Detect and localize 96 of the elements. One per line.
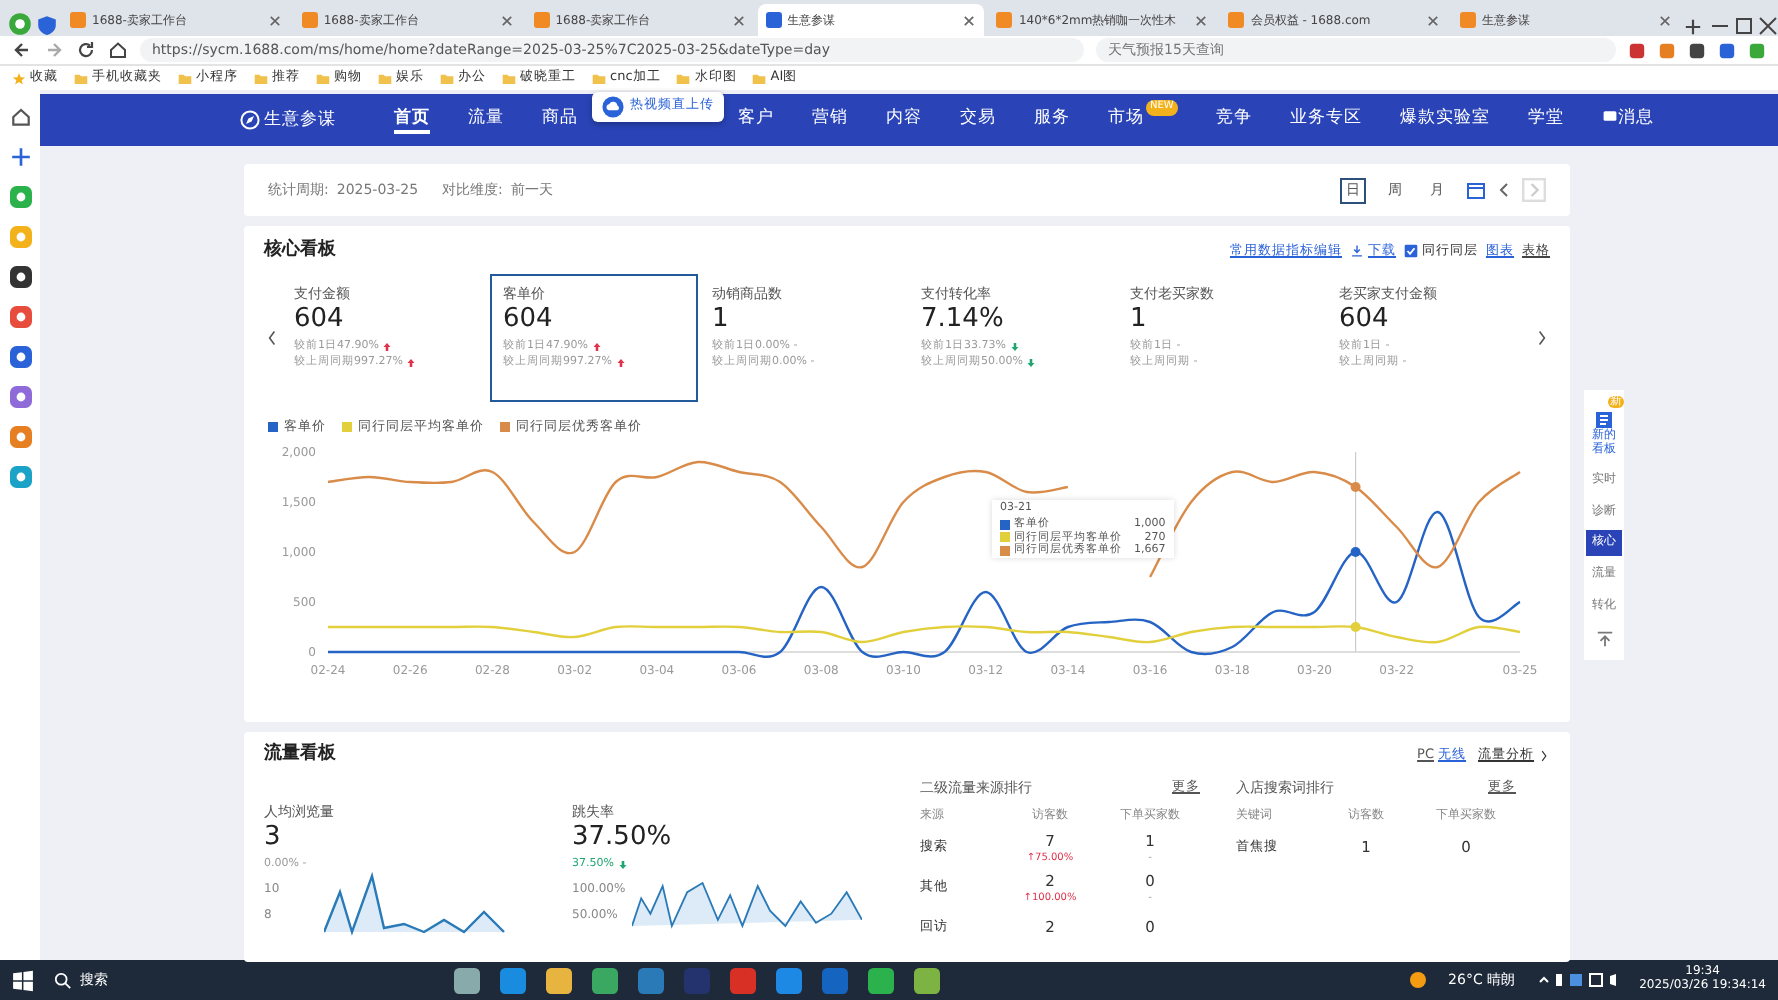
maximize-icon[interactable] [1734,16,1755,36]
page-icon [996,12,1013,28]
folder-icon [440,71,454,85]
up-arrow-icon [382,341,393,352]
prev-icon[interactable] [264,325,280,349]
cloud-upload-icon [602,95,624,117]
brand-name: 生意参谋 [264,107,336,133]
folder-icon [752,71,767,85]
windows-icon[interactable] [12,969,34,991]
page-icon [70,12,86,28]
metric-value: 1 [712,304,731,338]
taskbar-app-icon[interactable] [638,967,664,993]
up-arrow-icon [615,357,626,368]
calendar-icon[interactable] [1466,180,1486,200]
app-icon[interactable] [9,266,31,288]
metric-value: 1 [1130,304,1149,338]
page-icon [1460,12,1477,28]
taskbar-app-icon[interactable] [500,967,526,993]
nav-tab[interactable]: 竞争 [1215,105,1252,135]
close-icon[interactable] [1426,13,1441,27]
page-icon [765,12,782,28]
page-icon [1228,12,1245,28]
metric-value: 604 [294,304,346,338]
nav-tab[interactable]: 市场 [1108,105,1144,135]
page-icon [533,12,550,28]
folder-icon [254,71,268,85]
folder-icon [316,71,330,85]
legend-swatch [268,421,278,432]
reload-icon[interactable] [76,40,96,60]
legend-swatch [500,421,510,432]
up-arrow-icon [591,341,602,352]
page-icon [301,12,318,28]
taskbar-app-icon[interactable] [914,967,940,993]
nav-tab[interactable]: 服务 [1034,105,1070,135]
nav-tab[interactable]: 商品 [542,105,578,135]
dashboard-icon [1594,410,1614,430]
back-to-top-icon [1595,630,1613,649]
folder-icon [378,71,392,85]
folder-icon [502,71,516,85]
chevron-right-icon [1538,747,1550,764]
folder-icon [676,71,691,85]
folder-icon [592,71,606,85]
search-icon [54,971,72,989]
nav-tab[interactable]: 流量 [468,105,504,135]
taskbar-app-icon[interactable] [454,967,480,993]
metric-value: 3 [264,822,283,856]
close-icon[interactable] [1658,13,1673,27]
compass-icon [240,110,260,130]
add-icon[interactable] [9,146,31,168]
nav-tab[interactable]: 内容 [886,105,922,135]
taskbar-app-icon[interactable] [868,967,894,993]
close-icon[interactable] [267,13,282,27]
shield-icon[interactable] [36,14,58,36]
taskbar-app-icon[interactable] [776,967,802,993]
weather-icon[interactable] [1408,970,1429,990]
down-arrow-icon [617,859,628,870]
taskbar-app-icon[interactable] [592,967,618,993]
metric-value: 604 [503,304,555,338]
tray-icons-drawing[interactable] [1535,970,1620,990]
taskbar-app-icon[interactable] [546,967,572,993]
nav-tab[interactable]: 消息 [1601,105,1654,135]
legend-swatch [342,421,352,432]
checkbox[interactable] [1404,244,1418,259]
star-icon [12,71,26,85]
prev-icon[interactable] [1494,180,1514,200]
app-icon[interactable] [9,346,31,368]
metric-value: 7.14% [921,304,1006,338]
nav-tab[interactable]: 爆款实验室 [1399,105,1490,135]
next-icon[interactable] [1534,325,1550,349]
home-icon[interactable] [9,106,31,128]
back-icon[interactable] [12,40,32,60]
nav-tab[interactable]: 客户 [738,105,774,135]
close-icon[interactable] [1194,13,1209,27]
close-icon[interactable] [731,13,746,27]
nav-tab[interactable]: 业务专区 [1289,105,1362,135]
message-icon [1601,108,1618,125]
folder-icon [74,71,88,85]
nav-tab[interactable]: 营销 [812,105,848,135]
up-arrow-icon [406,357,417,368]
close-icon[interactable] [962,13,977,27]
new-tab-icon[interactable] [1684,18,1703,36]
section-title: 流量看板 [264,742,338,768]
data-point [1350,622,1361,633]
section-title: 核心看板 [264,238,338,264]
metric-value: 37.50% [572,822,674,856]
nav-tab[interactable]: 交易 [960,105,996,135]
data-point [1350,482,1361,493]
metric-value: 604 [1339,304,1391,338]
close-icon[interactable] [499,13,514,27]
nav-tab[interactable]: 首页 [394,105,430,135]
nav-tab[interactable]: 学堂 [1527,105,1564,135]
download-icon [1350,244,1364,259]
folder-icon [178,71,192,85]
close-icon[interactable] [1758,16,1778,36]
home-icon[interactable] [108,40,128,60]
data-point [1350,547,1361,558]
